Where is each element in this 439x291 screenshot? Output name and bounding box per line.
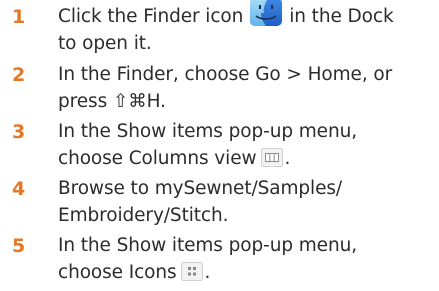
columns-view-icon (260, 147, 283, 167)
step-line: choose Icons . (58, 259, 430, 286)
step-line: In the Show items pop-up menu, (58, 235, 357, 256)
step-line: In the Show items pop-up menu, (58, 121, 357, 142)
step-text-segment: choose Columns view (58, 148, 257, 169)
step-text-segment: in the Dock (289, 6, 394, 27)
step-text: Click the Finder icon in the Dock to ope… (58, 0, 430, 57)
step-line: choose Columns view . (58, 145, 430, 172)
step-number: 4 (12, 178, 26, 200)
step-number: 1 (12, 6, 26, 28)
step-number: 2 (12, 64, 26, 86)
step-text-segment: choose Icons (58, 262, 177, 283)
step-text: In the Show items pop-up menu, choose Co… (58, 118, 430, 172)
step-text-segment: . (204, 262, 211, 283)
icons-view-icon (180, 261, 203, 281)
step-line: to open it. (58, 33, 152, 54)
step-text: In the Finder, choose Go > Home, or pres… (58, 61, 430, 115)
step-text-segment: . (284, 148, 291, 169)
finder-icon (249, 0, 283, 27)
step-line: press ⇧⌘H. (58, 91, 166, 112)
step-line: In the Finder, choose Go > Home, or (58, 64, 393, 85)
step-number: 5 (12, 235, 26, 257)
step-text: In the Show items pop-up menu, choose Ic… (58, 232, 430, 286)
step-text: Browse to mySewnet/Samples/ Embroidery/S… (58, 175, 430, 229)
instruction-steps: 1 Click the Finder icon in the Dock to o… (0, 0, 439, 291)
step-text-segment: Click the Finder icon (58, 6, 244, 27)
step-line: Browse to mySewnet/Samples/ (58, 178, 343, 199)
step-number: 3 (12, 121, 26, 143)
step-line: Embroidery/Stitch. (58, 205, 229, 226)
step-line: Click the Finder icon in the Dock (58, 0, 430, 30)
